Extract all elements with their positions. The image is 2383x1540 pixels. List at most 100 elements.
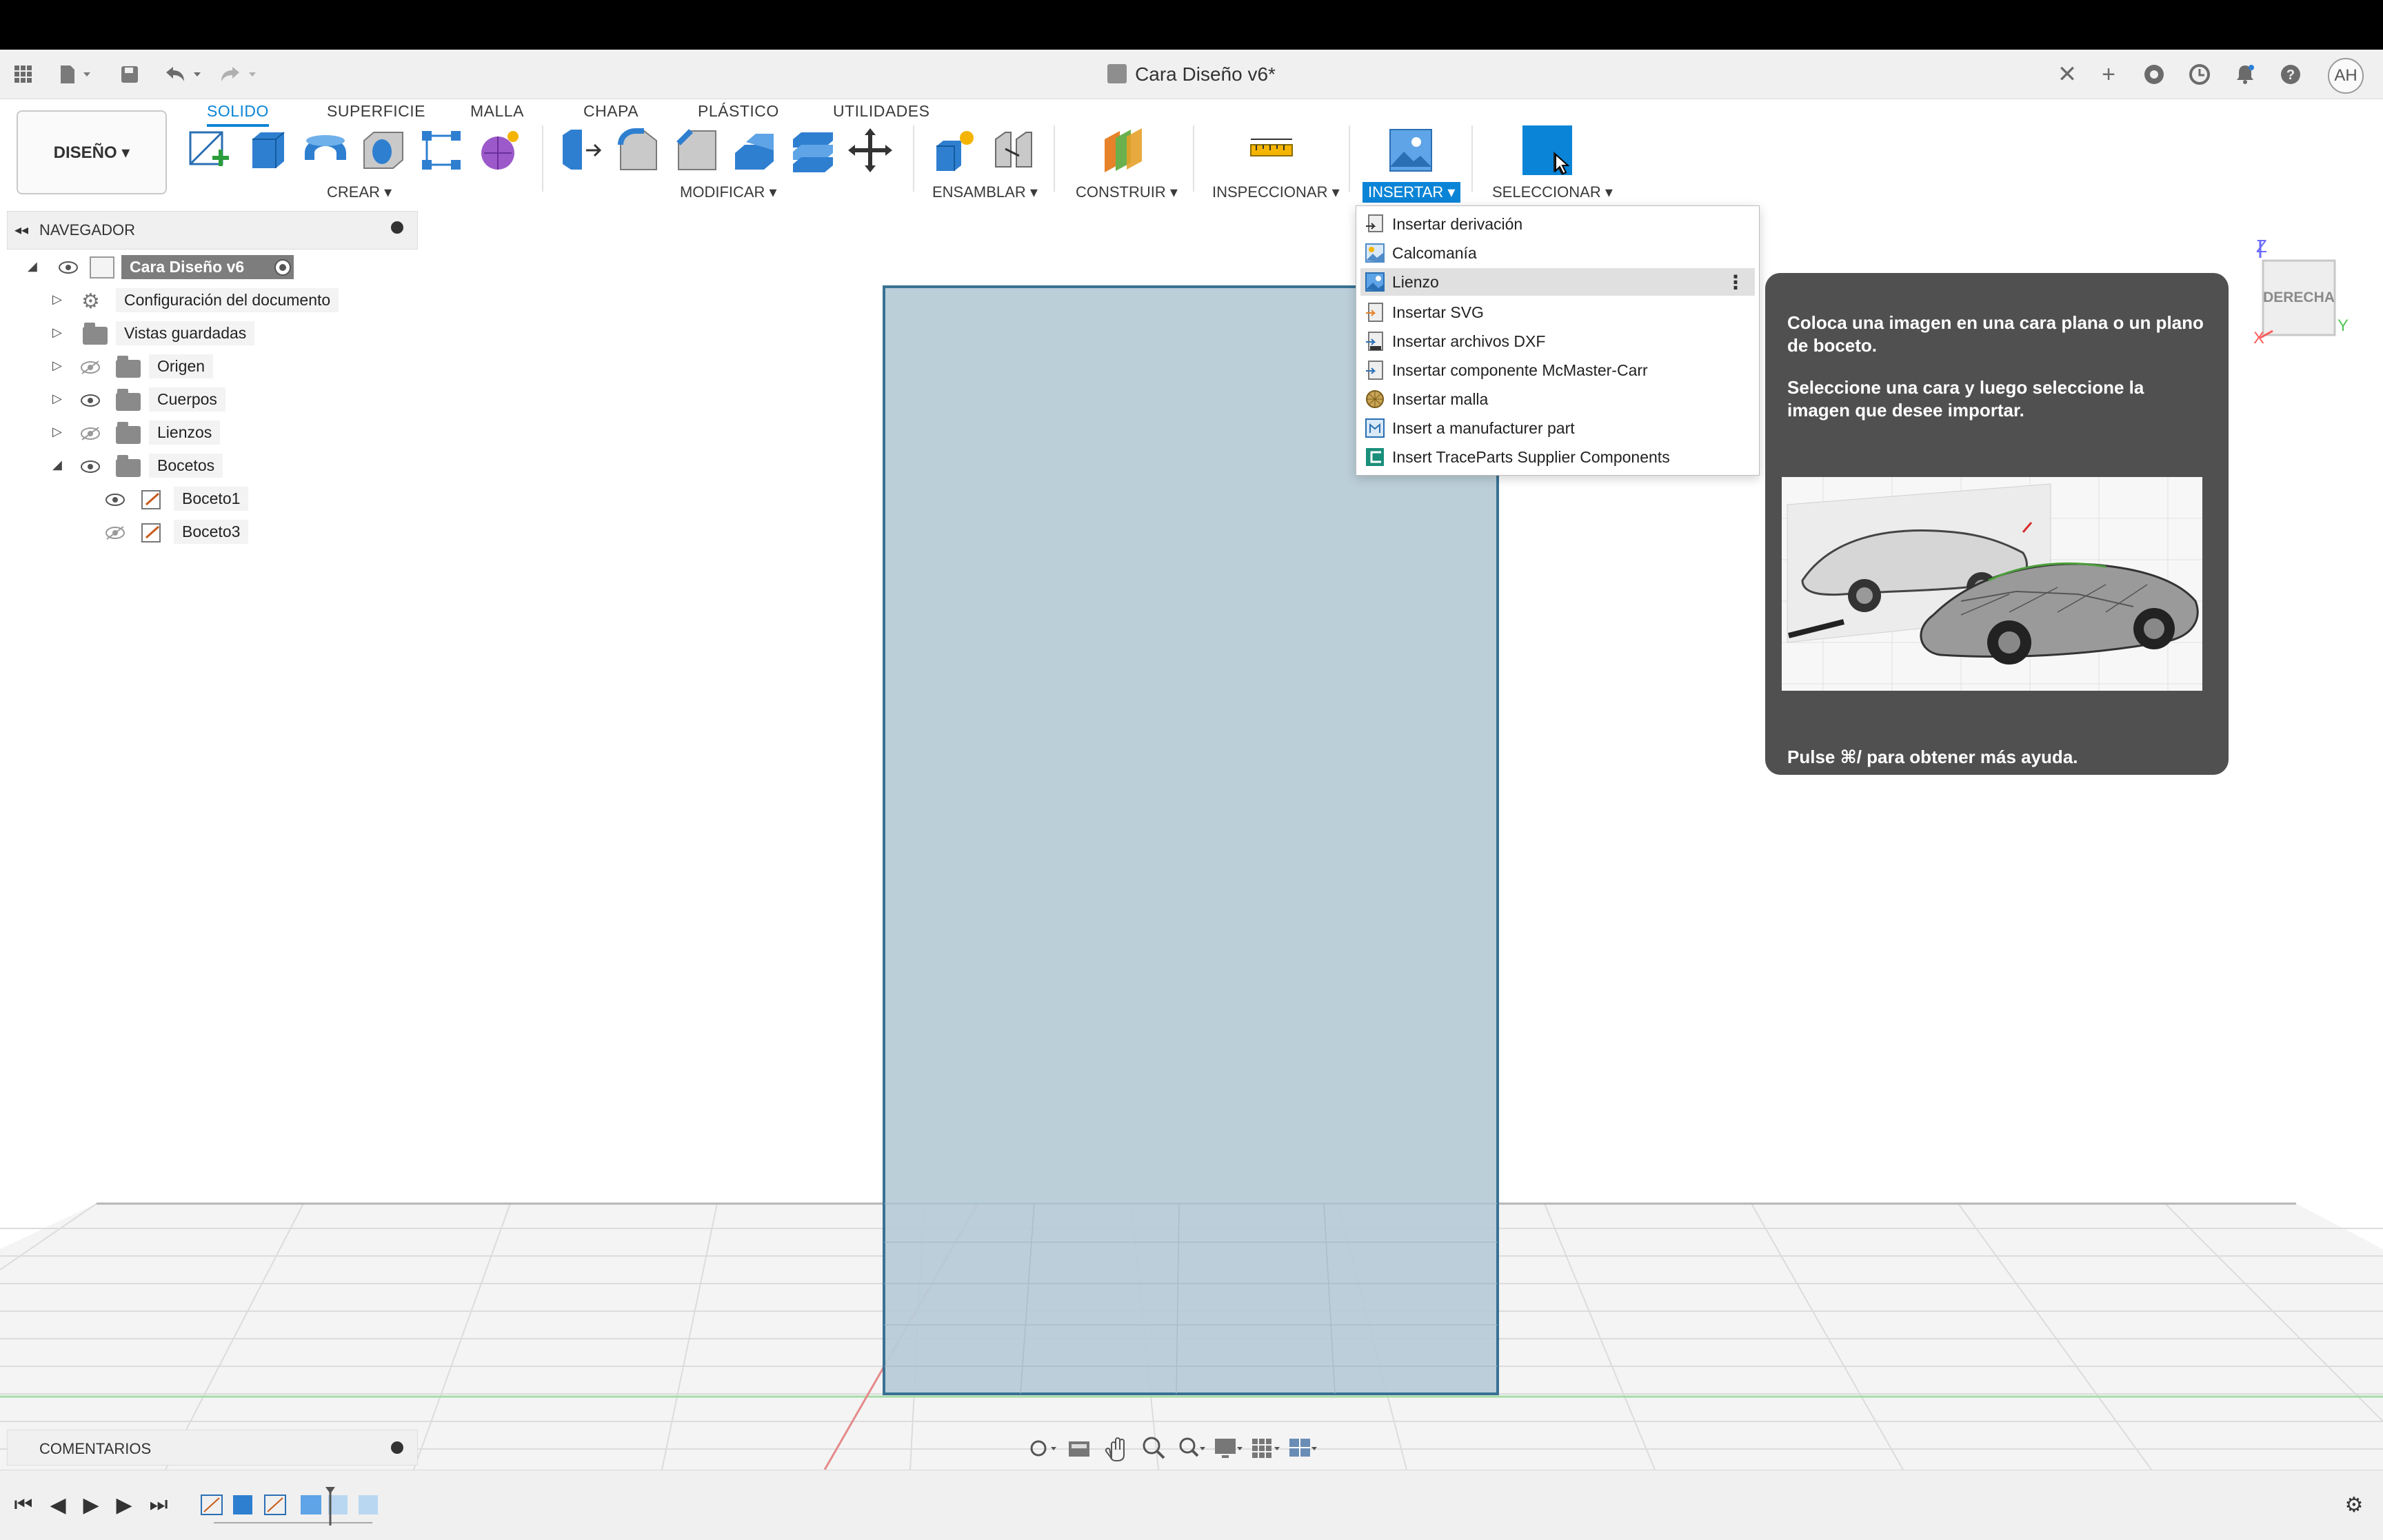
toolbar-separator [542, 125, 543, 192]
fillet-icon[interactable] [614, 125, 663, 175]
folder-icon [116, 356, 141, 378]
fusion-app-window: { "window": {"title": "Cara Diseño v6*",… [0, 0, 2383, 1540]
chamfer-icon[interactable] [672, 125, 721, 175]
tab-malla[interactable]: MALLA [470, 102, 524, 127]
eye-hidden-icon[interactable] [105, 525, 125, 545]
menu-item-canvas[interactable]: Lienzo ⋮ [1360, 268, 1755, 296]
offset-plane-icon[interactable] [1099, 125, 1149, 175]
create-form-icon[interactable] [474, 125, 524, 175]
expand-triangle-icon[interactable]: ▷ [52, 392, 62, 406]
inspeccionar-dropdown[interactable]: INSPECCIONAR ▾ [1207, 182, 1345, 203]
step-back-icon[interactable]: ◀ [44, 1491, 72, 1519]
display-settings-icon[interactable] [1214, 1435, 1244, 1462]
expand-triangle-icon[interactable]: ▷ [52, 425, 62, 439]
tab-plastico[interactable]: PLÁSTICO [698, 102, 779, 127]
user-avatar[interactable]: AH [2328, 58, 2364, 94]
menu-item-mcmaster[interactable]: Insertar componente McMaster-Carr [1360, 356, 1755, 384]
svg-icon [1365, 302, 1388, 323]
panel-options-icon[interactable] [391, 221, 403, 234]
menu-item-insert-derive[interactable]: Insertar derivación [1360, 210, 1755, 238]
move-copy-icon[interactable] [845, 125, 895, 175]
tab-superficie[interactable]: SUPERFICIE [327, 102, 425, 127]
expand-triangle-icon[interactable]: ▷ [52, 358, 62, 373]
viewports-icon[interactable] [1288, 1435, 1318, 1462]
file-menu-icon[interactable] [55, 59, 97, 90]
timeline-bar: ⏮ ◀ ▶ ▶ ⏭ ⚙ [0, 1470, 2383, 1540]
toolbar-separator [913, 125, 914, 192]
eye-icon[interactable] [80, 393, 101, 412]
fit-icon[interactable] [1176, 1435, 1207, 1462]
eye-icon[interactable] [105, 492, 125, 511]
step-forward-icon[interactable]: ▶ [110, 1491, 138, 1519]
collapse-triangle-icon[interactable]: ◢ [52, 458, 62, 472]
sketch-icon [141, 523, 164, 549]
menu-item-insert-dxf[interactable]: Insertar archivos DXF [1360, 327, 1755, 355]
collapse-panel-icon[interactable]: ◂◂ [14, 221, 28, 239]
eye-hidden-icon[interactable] [80, 426, 101, 445]
expand-triangle-icon[interactable]: ▷ [52, 292, 62, 307]
grid-settings-icon[interactable] [1251, 1435, 1281, 1462]
shell-icon[interactable] [730, 125, 779, 175]
measure-icon[interactable] [1247, 125, 1296, 175]
press-pull-icon[interactable] [556, 125, 605, 175]
timeline-settings-icon[interactable]: ⚙ [2340, 1491, 2368, 1519]
seleccionar-dropdown[interactable]: SELECCIONAR ▾ [1487, 182, 1618, 203]
view-cube[interactable]: Z X Y DERECHA [2253, 234, 2357, 347]
joint-icon[interactable] [989, 125, 1038, 175]
revolve-icon[interactable] [301, 125, 350, 175]
pattern-icon[interactable] [416, 125, 466, 175]
insert-image-icon[interactable] [1386, 125, 1436, 175]
extrude-icon[interactable] [243, 125, 292, 175]
comments-panel-header[interactable]: COMENTARIOS [7, 1430, 418, 1466]
zoom-icon[interactable] [1139, 1435, 1169, 1462]
new-tab-icon[interactable]: + [2093, 59, 2124, 90]
eye-icon[interactable] [58, 260, 79, 279]
more-options-icon[interactable]: ⋮ [1726, 271, 1745, 294]
go-to-start-icon[interactable]: ⏮ [10, 1491, 37, 1519]
combine-icon[interactable] [787, 125, 837, 175]
hole-icon[interactable] [359, 125, 408, 175]
menu-item-insert-mesh[interactable]: Insertar malla [1360, 385, 1755, 413]
pan-icon[interactable] [1102, 1435, 1132, 1462]
new-component-icon[interactable] [931, 125, 981, 175]
modificar-dropdown[interactable]: MODIFICAR ▾ [674, 182, 783, 203]
redo-icon[interactable] [217, 59, 262, 90]
tab-chapa[interactable]: CHAPA [583, 102, 639, 127]
menu-item-traceparts[interactable]: Insert TraceParts Supplier Components [1360, 443, 1755, 471]
eye-hidden-icon[interactable] [80, 360, 101, 379]
play-icon[interactable]: ▶ [77, 1491, 105, 1519]
create-sketch-icon[interactable] [185, 125, 234, 175]
crear-dropdown[interactable]: CREAR ▾ [321, 182, 397, 203]
timeline-features [197, 1487, 390, 1528]
insertar-dropdown[interactable]: INSERTAR ▾ [1363, 182, 1461, 203]
go-to-end-icon[interactable]: ⏭ [145, 1491, 172, 1519]
save-icon[interactable] [116, 59, 143, 90]
tree-item-label: Bocetos [149, 454, 223, 478]
ensamblar-dropdown[interactable]: ENSAMBLAR ▾ [927, 182, 1043, 203]
extensions-icon[interactable] [2139, 59, 2169, 90]
help-icon[interactable]: ? [2275, 59, 2306, 90]
menu-item-decal[interactable]: Calcomanía [1360, 239, 1755, 267]
menu-item-manufacturer-part[interactable]: Insert a manufacturer part [1360, 414, 1755, 442]
close-tab-icon[interactable]: ✕ [2052, 59, 2082, 90]
orbit-icon[interactable] [1027, 1435, 1058, 1462]
job-status-icon[interactable] [2184, 59, 2215, 90]
title-bar: Cara Diseño v6* ✕ + ? AH [0, 50, 2383, 99]
notifications-icon[interactable] [2230, 59, 2260, 90]
construir-dropdown[interactable]: CONSTRUIR ▾ [1070, 182, 1183, 203]
expand-triangle-icon[interactable]: ▷ [52, 325, 62, 340]
workspace-switcher-button[interactable]: DISEÑO ▾ [17, 110, 167, 194]
look-at-icon[interactable] [1065, 1435, 1095, 1462]
tab-utilidades[interactable]: UTILIDADES [833, 102, 929, 127]
axis-x-label: X [2253, 329, 2264, 345]
add-comment-icon[interactable] [391, 1441, 403, 1454]
activate-radio[interactable] [274, 259, 291, 276]
app-grid-icon[interactable] [10, 59, 37, 90]
eye-icon[interactable] [80, 459, 101, 478]
undo-icon[interactable] [161, 59, 207, 90]
comments-title: COMENTARIOS [39, 1440, 152, 1457]
menu-item-insert-svg[interactable]: Insertar SVG [1360, 298, 1755, 326]
folder-icon [116, 422, 141, 444]
collapse-triangle-icon[interactable]: ◢ [28, 259, 37, 274]
tab-solido[interactable]: SOLIDO [207, 102, 269, 127]
